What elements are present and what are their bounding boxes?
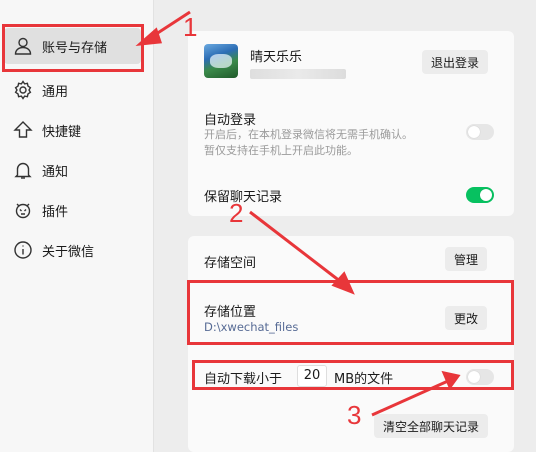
keep-history-toggle[interactable]: [466, 187, 494, 203]
up-arrow-icon: [12, 119, 34, 141]
sidebar-item-label: 快捷键: [42, 124, 82, 140]
info-icon: [12, 239, 34, 261]
sidebar-item-label: 插件: [42, 204, 69, 220]
sidebar-item-label: 通用: [42, 84, 69, 100]
highlight-box-account: [2, 24, 144, 72]
auto-login-desc-1: 开启后，在本机登录微信将无需手机确认。: [204, 128, 413, 141]
bell-icon: [12, 159, 34, 181]
storage-space-title: 存储空间: [204, 256, 257, 271]
auto-login-desc-2: 暂仅支持在手机上开启此功能。: [204, 144, 358, 157]
sidebar-item-plugins[interactable]: 插件: [4, 192, 141, 228]
annotation-marker-1: 1: [183, 12, 198, 42]
sidebar-item-label: 通知: [42, 164, 69, 180]
sidebar-item-notifications[interactable]: 通知: [4, 152, 141, 188]
sidebar-item-shortcuts[interactable]: 快捷键: [4, 112, 141, 148]
account-card: 晴天乐乐 退出登录 自动登录 开启后，在本机登录微信将无需手机确认。 暂仅支持在…: [188, 31, 514, 216]
account-id-blurred: [250, 69, 346, 79]
sidebar-item-general[interactable]: 通用: [4, 72, 141, 108]
auto-login-toggle[interactable]: [466, 124, 494, 140]
highlight-box-auto-download: [192, 360, 514, 390]
avatar: [204, 44, 238, 78]
logout-button[interactable]: 退出登录: [422, 50, 489, 74]
sidebar-item-label: 关于微信: [42, 244, 95, 260]
plugin-icon: [12, 199, 34, 221]
annotation-marker-2: 2: [229, 198, 244, 228]
highlight-box-storage-location: [187, 280, 514, 345]
sidebar-item-about[interactable]: 关于微信: [4, 232, 141, 268]
manage-button[interactable]: 管理: [445, 247, 488, 271]
clear-history-button[interactable]: 清空全部聊天记录: [374, 414, 489, 438]
gear-icon: [12, 79, 34, 101]
annotation-marker-3: 3: [347, 400, 362, 430]
auto-login-title: 自动登录: [204, 113, 257, 128]
username: 晴天乐乐: [250, 50, 303, 65]
